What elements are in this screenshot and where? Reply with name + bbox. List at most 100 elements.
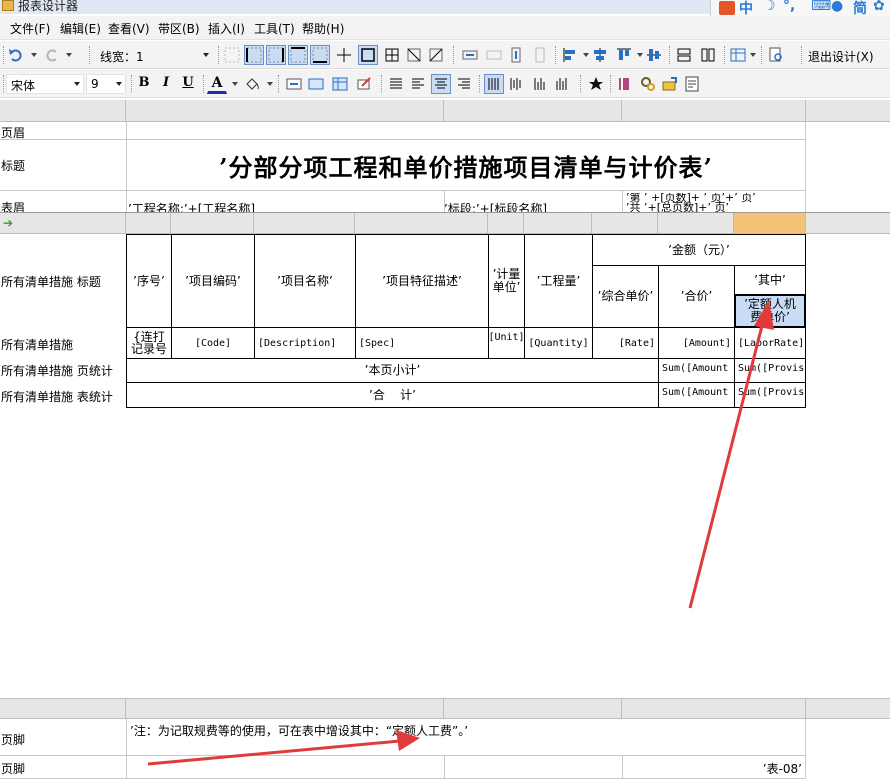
insert-row-icon[interactable] xyxy=(506,45,526,65)
keyboard-icon[interactable]: ⌨ xyxy=(811,0,831,14)
same-height-icon[interactable] xyxy=(698,45,718,65)
redo-icon[interactable] xyxy=(42,45,62,65)
menu-view[interactable]: 查看(V) xyxy=(108,20,150,37)
menu-help[interactable]: 帮助(H) xyxy=(302,20,344,37)
align-center-objects-icon[interactable] xyxy=(590,45,610,65)
column-ruler[interactable] xyxy=(0,100,890,122)
col-header-total[interactable]: ’合价’ xyxy=(658,265,735,328)
menu-band[interactable]: 带区(B) xyxy=(158,20,200,37)
merge-cells-icon[interactable] xyxy=(460,45,480,65)
band-label-detail[interactable]: 所有清单措施 xyxy=(1,336,73,353)
insert-field-icon[interactable] xyxy=(306,74,326,94)
col-header-code[interactable]: ’项目编码’ xyxy=(171,234,255,328)
insert-text-icon[interactable] xyxy=(284,74,304,94)
table-total-label[interactable]: ’合 计’ xyxy=(126,382,659,408)
table-grid-icon[interactable] xyxy=(728,45,748,65)
design-canvas[interactable]: 页眉 标题 ’分部分项工程和单价措施项目清单与计价表’ 表眉 ’工程名称:’+[… xyxy=(0,100,890,784)
table-number[interactable]: ’表-08’ xyxy=(622,760,802,777)
moon-icon[interactable]: ☽ xyxy=(763,0,776,14)
split-cells-icon[interactable] xyxy=(484,45,504,65)
delete-row-icon[interactable] xyxy=(530,45,550,65)
footer-note[interactable]: ’注：为记取规费等的使用，可在表中增设其中：“定额人工费”。’ xyxy=(130,722,468,739)
font-size-select[interactable]: 9 xyxy=(86,74,126,94)
col-header-of-which[interactable]: ’其中’ xyxy=(734,265,806,295)
underline-button[interactable]: U xyxy=(178,74,198,94)
col-header-seq[interactable]: ’序号’ xyxy=(126,234,172,328)
valign-justify-icon[interactable] xyxy=(552,74,572,94)
section-name-field[interactable]: ’标段:’+[标段名称] xyxy=(444,200,547,212)
menu-edit[interactable]: 编辑(E) xyxy=(60,20,101,37)
settings-icon[interactable] xyxy=(638,74,658,94)
report-props-icon[interactable] xyxy=(682,74,702,94)
col-header-name[interactable]: ’项目名称’ xyxy=(254,234,356,328)
exit-design-button[interactable]: 退出设计(X) xyxy=(808,48,874,65)
field-code[interactable]: [Code] xyxy=(171,327,255,359)
band-label-detail-title[interactable]: 所有清单措施 标题 xyxy=(1,273,101,290)
field-spec[interactable]: [Spec] xyxy=(355,327,489,359)
font-name-select[interactable]: 宋体 xyxy=(6,74,84,94)
undo-icon[interactable] xyxy=(6,45,26,65)
punctuation-icon[interactable]: °, xyxy=(783,0,795,14)
fill-color-icon[interactable] xyxy=(242,74,262,94)
book-icon[interactable] xyxy=(614,74,634,94)
align-justify-icon[interactable] xyxy=(386,74,406,94)
star-icon[interactable] xyxy=(586,74,606,94)
menu-insert[interactable]: 插入(I) xyxy=(208,20,245,37)
footer-ruler[interactable] xyxy=(0,698,890,719)
border-top-icon[interactable] xyxy=(288,45,308,65)
align-right-icon[interactable] xyxy=(454,74,474,94)
band-label-table-sum[interactable]: 所有清单措施 表统计 xyxy=(1,388,113,405)
valign-top-icon[interactable] xyxy=(484,74,504,94)
detail-ruler[interactable]: ➔ xyxy=(0,212,890,234)
project-name-field[interactable]: ’工程名称:’+[工程名称] xyxy=(128,200,255,212)
page-subtotal-label[interactable]: ’本页小计’ xyxy=(126,358,659,383)
field-quantity[interactable]: [Quantity] xyxy=(524,327,593,359)
band-label-title[interactable]: 标题 xyxy=(1,157,25,174)
band-label-page-footer-2[interactable]: 页脚 xyxy=(1,760,25,777)
gear-icon[interactable]: ✿ xyxy=(873,0,885,14)
export-icon[interactable] xyxy=(660,74,680,94)
mic-icon[interactable]: ● xyxy=(831,0,843,14)
col-header-amount-group[interactable]: ’金额（元）’ xyxy=(592,234,806,266)
bold-button[interactable]: B xyxy=(134,74,154,94)
menu-file[interactable]: 文件(F) xyxy=(10,20,50,37)
table-sum-provis[interactable]: Sum([Provis xyxy=(734,382,806,408)
align-left-objects-icon[interactable] xyxy=(560,45,580,65)
report-title[interactable]: ’分部分项工程和单价措施项目清单与计价表’ xyxy=(127,140,805,190)
border-all-icon[interactable] xyxy=(382,45,402,65)
menu-tools[interactable]: 工具(T) xyxy=(254,20,295,37)
border-right-icon[interactable] xyxy=(266,45,286,65)
field-unit[interactable]: [Unit] xyxy=(488,327,525,359)
band-label-page-sum[interactable]: 所有清单措施 页统计 xyxy=(1,362,113,379)
col-header-spec[interactable]: ’项目特征描述’ xyxy=(355,234,489,328)
align-center-icon[interactable] xyxy=(431,74,451,94)
insert-table-icon[interactable] xyxy=(330,74,350,94)
ime-toolbar[interactable]: 中 ☽ °, ⌨ ● 简 ✿ xyxy=(710,0,890,17)
border-inner-icon[interactable] xyxy=(334,45,354,65)
align-left-icon[interactable] xyxy=(408,74,428,94)
line-width-select[interactable]: 线宽：1 xyxy=(95,45,213,65)
border-none-icon[interactable] xyxy=(222,45,242,65)
print-preview-icon[interactable] xyxy=(766,45,786,65)
italic-button[interactable]: I xyxy=(156,74,176,94)
col-header-rate[interactable]: ’综合单价’ xyxy=(592,265,659,328)
field-seq[interactable]: {连打记录号 xyxy=(126,327,172,359)
insert-check-icon[interactable] xyxy=(354,74,374,94)
field-amount[interactable]: [Amount] xyxy=(658,327,735,359)
table-sum-amount[interactable]: Sum([Amount xyxy=(658,382,735,408)
band-label-page-footer-1[interactable]: 页脚 xyxy=(1,731,25,748)
field-description[interactable]: [Description] xyxy=(254,327,356,359)
font-color-button[interactable]: A xyxy=(207,74,227,94)
border-outer-icon[interactable] xyxy=(358,45,378,65)
valign-middle-icon[interactable] xyxy=(506,74,526,94)
valign-bottom-icon[interactable] xyxy=(530,74,550,94)
field-rate[interactable]: [Rate] xyxy=(592,327,659,359)
col-header-quantity[interactable]: ’工程量’ xyxy=(524,234,593,328)
page-info-field[interactable]: ’第 ’ +[页数]+ ’ 页’+’ 页’ ’共 ’+[总页数]+’ 页’ xyxy=(626,193,804,213)
border-left-icon[interactable] xyxy=(244,45,264,65)
align-middle-objects-icon[interactable] xyxy=(644,45,664,65)
diagonal-down-icon[interactable] xyxy=(404,45,424,65)
align-top-objects-icon[interactable] xyxy=(614,45,634,65)
page-sum-provis[interactable]: Sum([Provis xyxy=(734,358,806,383)
same-width-icon[interactable] xyxy=(674,45,694,65)
